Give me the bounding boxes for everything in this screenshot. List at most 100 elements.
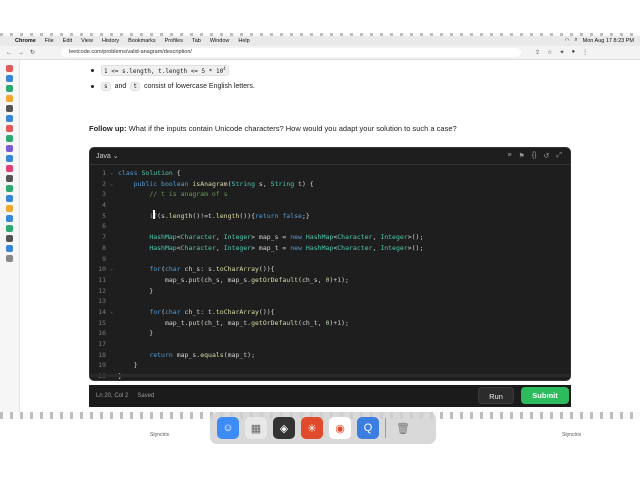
launchpad-icon[interactable]: ▦ [245, 417, 267, 439]
code-editor[interactable]: Java ⌄ ≡ ⚑ {} ↺ ⤢ 1 ⌄ class Solution { 2 ⌄ … [89, 147, 571, 381]
menu-profiles[interactable]: Profiles [165, 38, 183, 44]
new-tab-icon[interactable] [6, 255, 13, 262]
code-line: 9 [102, 254, 106, 263]
constraint-code: 1 <= s.length, t.length <= 5 * 104 [101, 65, 229, 76]
code-line: 3 // t is anagram of s [102, 190, 228, 199]
code-line: 6 [102, 222, 106, 231]
code-line: 11 map_s.put(ch_s, map_s.getOrDefault(ch… [98, 275, 349, 284]
share-icon[interactable]: ⇪ [535, 49, 540, 56]
tab-favicon-icon[interactable] [6, 65, 13, 72]
constraint-text: consist of lowercase English letters. [143, 83, 255, 90]
dock-separator [385, 418, 386, 438]
bookmark-icon[interactable]: ⚑ [519, 152, 525, 160]
tab-favicon-icon[interactable] [6, 145, 13, 152]
menu-window[interactable]: Window [210, 38, 230, 44]
tab-favicon-icon[interactable] [6, 105, 13, 112]
save-status: Saved [137, 393, 155, 399]
code-line: 16 } [98, 329, 154, 338]
favicon-sidebar [0, 60, 20, 412]
menu-edit[interactable]: Edit [63, 38, 72, 44]
var-s: s [101, 82, 111, 91]
tab-favicon-icon[interactable] [6, 155, 13, 162]
tab-favicon-icon[interactable] [6, 205, 13, 212]
tab-favicon-icon[interactable] [6, 135, 13, 142]
menu-app-name[interactable]: Chrome [15, 38, 36, 44]
format-icon[interactable]: ≡ [507, 152, 511, 160]
chatgpt-icon[interactable]: ◈ [273, 417, 295, 439]
code-line: 5 if(s.length()!=t.length()){return fals… [102, 211, 310, 220]
follow-up-text: What if the inputs contain Unicode chara… [128, 124, 457, 133]
star-icon[interactable]: ☆ [547, 49, 552, 56]
code-line: 13 [98, 297, 106, 306]
braces-icon[interactable]: {} [532, 152, 537, 160]
menu-help[interactable]: Help [238, 38, 249, 44]
code-line: 4 [102, 201, 106, 210]
quicktime-icon[interactable]: Q [357, 417, 379, 439]
menu-tab[interactable]: Tab [192, 38, 201, 44]
menu-view[interactable]: View [81, 38, 93, 44]
watermark-left: Stynctrix [150, 432, 170, 438]
code-line: 7 HashMap<Character, Integer> map_s = ne… [102, 233, 424, 242]
tab-favicon-icon[interactable] [6, 115, 13, 122]
browser-tools: ⇪ ☆ ✦ ● ⋮ [535, 49, 588, 56]
code-line: 1 ⌄ class Solution { [102, 169, 181, 177]
chevron-down-icon: ⌄ [112, 153, 119, 160]
text-cursor [153, 210, 155, 219]
menubar-status: ◠ ⌕ Mon Aug 17 8:23 PM [565, 37, 634, 44]
chrome-icon[interactable]: ◉ [329, 417, 351, 439]
back-icon[interactable]: ← [6, 50, 12, 56]
tab-favicon-icon[interactable] [6, 85, 13, 92]
code-line: 14 ⌄ for(char ch_t: t.toCharArray()){ [98, 307, 275, 316]
run-button[interactable]: Run [478, 387, 514, 404]
tab-favicon-icon[interactable] [6, 95, 13, 102]
tab-favicon-icon[interactable] [6, 165, 13, 172]
tab-favicon-icon[interactable] [6, 245, 13, 252]
submit-button[interactable]: Submit [521, 387, 569, 404]
tab-favicon-icon[interactable] [6, 175, 13, 182]
editor-tools: ≡ ⚑ {} ↺ ⤢ [507, 152, 570, 160]
watermark-right: Stynctrix [562, 432, 582, 438]
tab-favicon-icon[interactable] [6, 225, 13, 232]
constraint-letters: s and t consist of lowercase English let… [91, 82, 255, 91]
tab-favicon-icon[interactable] [6, 195, 13, 202]
tab-favicon-icon[interactable] [6, 125, 13, 132]
horizontal-scrollbar[interactable] [90, 374, 570, 377]
expand-icon[interactable]: ⤢ [556, 152, 562, 160]
mac-dock: ☺ ▦ ◈ ✳ ◉ Q 🗑 [210, 412, 436, 444]
search-icon[interactable]: ⌕ [575, 37, 578, 44]
address-bar[interactable]: leetcode.com/problems/valid-anagram/desc… [61, 48, 522, 57]
menu-history[interactable]: History [102, 38, 119, 44]
code-line: 19 } [98, 361, 138, 370]
extensions-icon[interactable]: ✦ [559, 49, 564, 56]
profile-icon[interactable]: ● [571, 49, 575, 56]
follow-up: Follow up: What if the inputs contain Un… [89, 124, 457, 133]
tab-favicon-icon[interactable] [6, 185, 13, 192]
tab-favicon-icon[interactable] [6, 75, 13, 82]
menu-bookmarks[interactable]: Bookmarks [128, 38, 156, 44]
code-line: 10 ⌄ for(char ch_s: s.toCharArray()){ [98, 265, 275, 274]
reset-icon[interactable]: ↺ [544, 152, 550, 160]
code-line: 18 return map_s.equals(map_t); [98, 350, 255, 359]
language-select[interactable]: Java ⌄ [96, 152, 119, 160]
menu-file[interactable]: File [45, 38, 54, 44]
finder-icon[interactable]: ☺ [217, 417, 239, 439]
trash-icon[interactable]: 🗑 [392, 417, 414, 439]
code-line: 8 HashMap<Character, Integer> map_t = ne… [102, 243, 424, 252]
menubar-clock[interactable]: Mon Aug 17 8:23 PM [583, 38, 634, 44]
reload-icon[interactable]: ↻ [30, 49, 35, 56]
code-line: 12 } [98, 286, 154, 295]
mac-menubar: Chrome File Edit View History Bookmarks … [0, 36, 640, 46]
code-line: 15 map_t.put(ch_t, map_t.getOrDefault(ch… [98, 318, 349, 327]
bullet-dot [91, 85, 94, 88]
browser-toolbar: ← → ↻ leetcode.com/problems/valid-anagra… [0, 46, 640, 60]
more-icon[interactable]: ⋮ [582, 49, 588, 56]
wifi-icon[interactable]: ◠ [565, 38, 570, 44]
tab-favicon-icon[interactable] [6, 215, 13, 222]
constraint-length: 1 <= s.length, t.length <= 5 * 104 [91, 65, 229, 76]
code-area[interactable]: 1 ⌄ class Solution { 2 ⌄ public boolean isA… [90, 165, 570, 380]
constraint-and: and [114, 83, 127, 90]
tab-favicon-icon[interactable] [6, 235, 13, 242]
code-line: 2 ⌄ public boolean isAnagram(String s, St… [102, 179, 314, 188]
forward-icon[interactable]: → [18, 50, 24, 56]
sparkle-app-icon[interactable]: ✳ [301, 417, 323, 439]
